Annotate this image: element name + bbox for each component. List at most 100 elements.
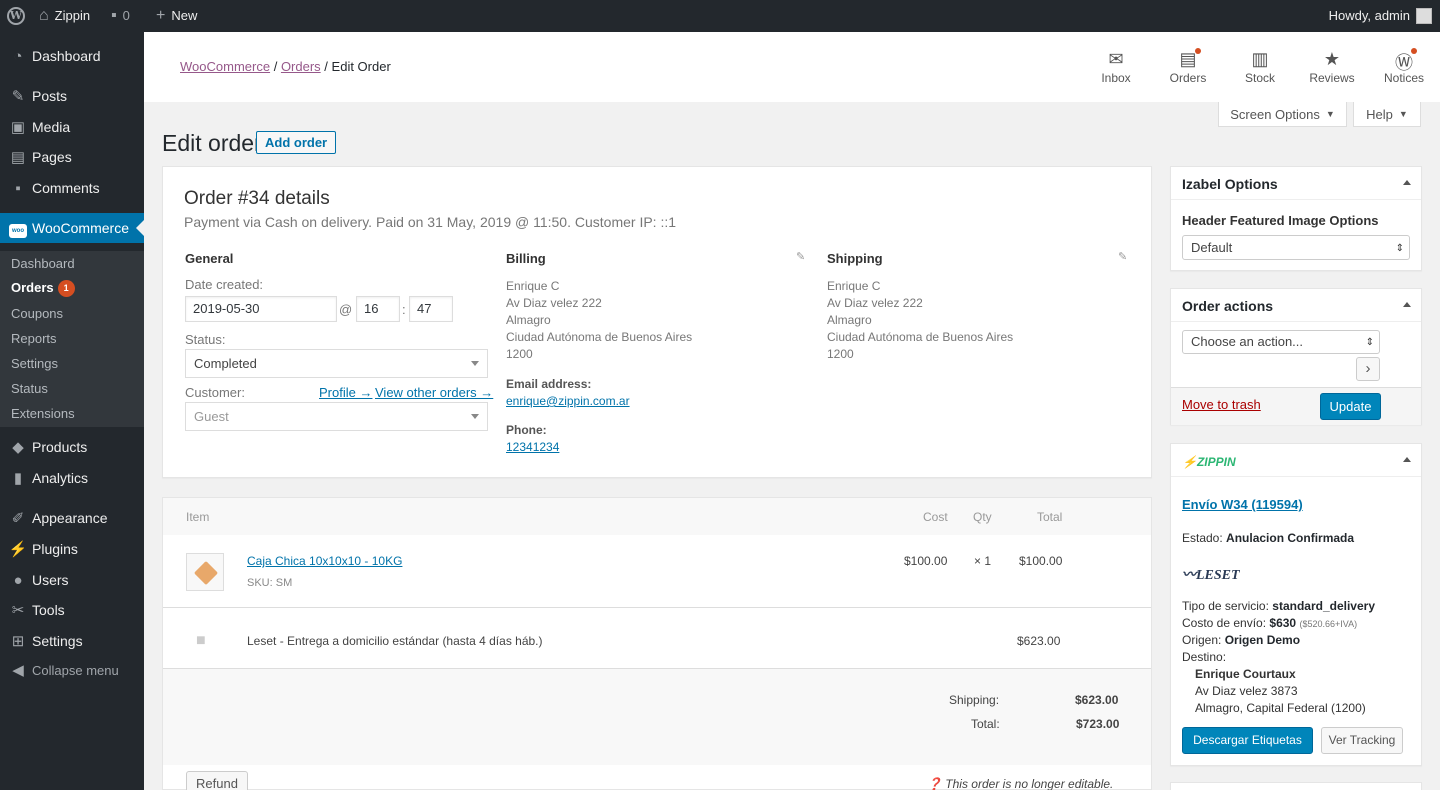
menu-products[interactable]: ◆ Products (0, 432, 144, 462)
customer-select[interactable]: Guest (185, 402, 488, 431)
orders-icon: ▤ (1152, 48, 1224, 71)
menu-users[interactable]: ● Users (0, 565, 144, 595)
ver-tracking-button[interactable]: Ver Tracking (1321, 727, 1403, 754)
help-icon: ❓ (927, 777, 942, 790)
izabel-options-box: Izabel Options Header Featured Image Opt… (1170, 166, 1422, 271)
profile-link[interactable]: Profile → (319, 385, 372, 400)
order-heading: Order #34 details (184, 188, 330, 209)
phone-link[interactable]: 12341234 (506, 439, 559, 456)
header-stock[interactable]: ▥ Stock (1224, 49, 1296, 85)
header-notices[interactable]: Ⓦ Notices (1368, 48, 1440, 85)
menu-dashboard[interactable]: ◔ Dashboard (0, 41, 144, 71)
breadcrumb-orders[interactable]: Orders (281, 59, 321, 74)
order-total-label: Total: (971, 717, 1000, 731)
order-meta: Payment via Cash on delivery. Paid on 31… (184, 214, 677, 230)
pin-icon: ✎ (11, 88, 25, 105)
menu-plugins[interactable]: ⚡ Plugins (0, 534, 144, 564)
header-orders[interactable]: ▤ Orders (1152, 48, 1224, 85)
envio-link[interactable]: Envío W34 (119594) (1182, 497, 1303, 512)
stock-icon: ▥ (1251, 49, 1269, 69)
orders-count-badge: 1 (57, 280, 75, 297)
toggle-arrow-icon[interactable] (1403, 180, 1411, 185)
submenu-coupons[interactable]: Coupons (11, 306, 63, 321)
comments-icon: ▪ (15, 179, 21, 197)
update-button[interactable]: Update (1320, 393, 1381, 420)
apply-action-button[interactable]: › (1356, 357, 1380, 381)
caret-down-icon: ▼ (1325, 109, 1335, 119)
estado-line: Estado: Anulacion Confirmada (1182, 531, 1355, 545)
edit-billing-pencil-icon[interactable]: ✎ (796, 250, 805, 263)
header-inbox[interactable]: ✉ Inbox (1080, 49, 1152, 85)
menu-settings[interactable]: ⊞ Settings (0, 626, 144, 656)
stepper-arrows-icon: ⇕ (1365, 337, 1374, 348)
move-to-trash-link[interactable]: Move to trash (1182, 397, 1261, 412)
breadcrumb-woocommerce[interactable]: WooCommerce (180, 59, 270, 74)
header-image-select[interactable]: Default ⇕ (1182, 235, 1410, 260)
zippin-bolt-icon: ⚡ (1182, 455, 1197, 469)
help-button[interactable]: Help ▼ (1353, 102, 1421, 127)
header-image-label: Header Featured Image Options (1182, 213, 1379, 228)
view-other-orders-link[interactable]: View other orders → (375, 385, 493, 400)
submenu-reports[interactable]: Reports (11, 331, 57, 346)
menu-posts[interactable]: ✎ Posts (0, 81, 144, 111)
site-name-link[interactable]: ⌂ Zippin (39, 0, 90, 32)
box-icon (193, 560, 219, 586)
product-total: $100.00 (1019, 554, 1063, 568)
comments-link[interactable]: ▪ 0 (111, 0, 130, 32)
divider (163, 607, 1151, 608)
billing-heading: Billing (506, 251, 546, 266)
submenu-extensions[interactable]: Extensions (11, 406, 75, 421)
order-actions-box: Order actions Choose an action... ⇕ › Mov… (1170, 288, 1422, 425)
menu-appearance[interactable]: ✐ Appearance (0, 503, 144, 533)
hour-input[interactable]: 16 (356, 296, 400, 322)
plus-icon: + (156, 7, 166, 24)
submenu-orders[interactable]: Orders 1 (11, 280, 75, 297)
minute-input[interactable]: 47 (409, 296, 453, 322)
edit-shipping-pencil-icon[interactable]: ✎ (1118, 250, 1127, 263)
descargar-etiquetas-button[interactable]: Descargar Etiquetas (1182, 727, 1313, 754)
screen-options-button[interactable]: Screen Options ▼ (1218, 102, 1347, 127)
customer-label: Customer: (185, 385, 245, 400)
submenu-settings[interactable]: Settings (11, 356, 58, 371)
costo-line: Costo de envío: $630 ($520.66+IVA) (1182, 616, 1358, 630)
wordpress-logo-icon[interactable]: W (7, 0, 25, 32)
collapse-menu[interactable]: ◀ Collapse menu (0, 655, 144, 685)
order-total: $723.00 (1076, 717, 1120, 731)
brush-icon: ✐ (11, 510, 25, 527)
qty-column-header: Qty (973, 510, 992, 524)
shipping-address: Enrique C Av Diaz velez 222 Almagro Ciud… (827, 279, 1014, 361)
add-order-button[interactable]: Add order (256, 131, 337, 154)
product-link[interactable]: Caja Chica 10x10x10 - 10KG (247, 554, 402, 568)
shipping-line-total: $623.00 (1017, 634, 1061, 648)
toggle-arrow-icon[interactable] (1403, 302, 1411, 307)
date-input[interactable]: 2019-05-30 (185, 296, 337, 322)
settings-icon: ⊞ (11, 633, 25, 650)
inbox-icon: ✉ (1108, 49, 1124, 69)
order-action-select[interactable]: Choose an action... ⇕ (1182, 330, 1380, 354)
menu-woocommerce[interactable]: woo WooCommerce (0, 213, 144, 243)
submenu-status[interactable]: Status (11, 381, 48, 396)
order-actions-title[interactable]: Order actions (1171, 289, 1421, 322)
new-content-link[interactable]: + New (156, 0, 197, 32)
menu-comments[interactable]: ▪ Comments (0, 173, 144, 203)
phone-label: Phone: (506, 423, 547, 437)
menu-tools[interactable]: ✂ Tools (0, 595, 144, 625)
dropdown-arrow-icon (471, 414, 479, 419)
caret-down-icon: ▼ (1398, 109, 1408, 119)
zippin-logo: ⚡ZIPPIN (1182, 455, 1236, 469)
zippin-title[interactable]: ⚡ZIPPIN (1171, 444, 1421, 477)
submenu-dashboard[interactable]: Dashboard (11, 256, 75, 271)
menu-pages[interactable]: ▤ Pages (0, 142, 144, 172)
refund-button[interactable]: Refund (186, 771, 248, 790)
menu-media[interactable]: ▣ Media (0, 112, 144, 142)
menu-analytics[interactable]: ▮ Analytics (0, 463, 144, 493)
admin-bar: W ⌂ Zippin ▪ 0 + New Howdy, admin (0, 0, 1440, 32)
header-reviews[interactable]: ★ Reviews (1296, 49, 1368, 85)
izabel-options-title[interactable]: Izabel Options (1171, 167, 1421, 200)
status-select[interactable]: Completed (185, 349, 488, 378)
account-menu[interactable]: Howdy, admin (1329, 0, 1432, 32)
email-label: Email address: (506, 377, 592, 391)
toggle-arrow-icon[interactable] (1403, 457, 1411, 462)
admin-sidebar: ◔ Dashboard ✎ Posts ▣ Media ▤ Pages ▪ Comment… (0, 32, 144, 790)
email-link[interactable]: enrique@zippin.com.ar (506, 393, 630, 410)
